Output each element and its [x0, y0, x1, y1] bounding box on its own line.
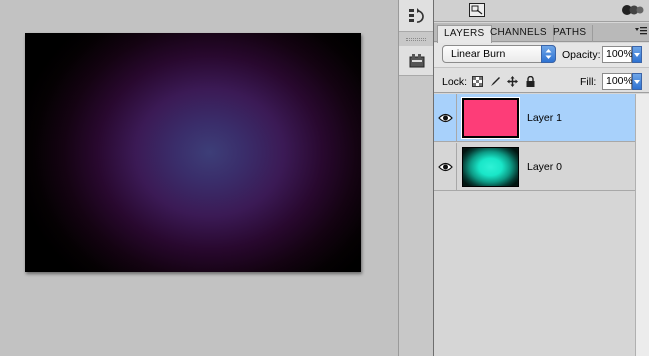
arrange-documents-icon[interactable]	[469, 3, 485, 20]
lock-all-icon[interactable]	[525, 75, 536, 87]
lock-row: Lock: Fill: 100%	[434, 67, 649, 93]
opacity-label: Opacity:	[562, 49, 601, 61]
layer-name[interactable]: Layer 1	[527, 94, 562, 142]
tab-channels[interactable]: CHANNELS	[484, 25, 554, 42]
dock-history-block	[399, 0, 434, 32]
document-workspace	[0, 0, 398, 356]
layers-panel-group: LAYERS CHANNELS PATHS Linear Burn Opacit…	[433, 0, 649, 356]
layer-row-layer-1[interactable]: Layer 1	[434, 94, 635, 142]
panel-dock	[398, 0, 434, 356]
layer-visibility-toggle[interactable]	[434, 143, 457, 191]
fill-dropdown[interactable]	[632, 73, 642, 90]
lock-position-icon[interactable]	[507, 76, 518, 87]
layer-thumbnail[interactable]	[462, 147, 519, 187]
blend-row: Linear Burn Opacity: 100%	[434, 43, 649, 67]
layer-visibility-toggle[interactable]	[434, 94, 457, 142]
history-icon[interactable]	[408, 7, 426, 25]
blend-mode-select[interactable]: Linear Burn	[442, 45, 556, 63]
actions-icon[interactable]	[408, 52, 426, 70]
tab-paths[interactable]: PATHS	[547, 25, 594, 42]
opacity-dropdown[interactable]	[632, 46, 642, 63]
document-canvas[interactable]	[25, 33, 361, 272]
fill-label: Fill:	[580, 76, 597, 88]
layers-scrollbar[interactable]	[635, 94, 649, 356]
layer-name[interactable]: Layer 0	[527, 143, 562, 191]
panel-menu-icon[interactable]	[635, 27, 647, 37]
dock-actions-block	[399, 46, 434, 76]
fill-field[interactable]: 100%	[602, 73, 633, 90]
opacity-field[interactable]: 100%	[602, 46, 633, 63]
eye-icon	[438, 113, 453, 123]
panel-tabs: LAYERS CHANNELS PATHS	[434, 23, 649, 43]
lock-transparent-icon[interactable]	[472, 76, 483, 87]
panel-top-strip	[434, 0, 649, 22]
layer-thumbnail[interactable]	[461, 97, 520, 139]
dock-grip[interactable]	[406, 38, 426, 41]
panel-options-icon[interactable]	[622, 3, 644, 20]
blend-mode-arrows-icon[interactable]	[541, 45, 556, 63]
layer-row-layer-0[interactable]: Layer 0	[434, 143, 635, 191]
lock-image-icon[interactable]	[490, 76, 501, 87]
blend-mode-value: Linear Burn	[451, 48, 506, 60]
lock-label: Lock:	[442, 76, 468, 88]
eye-icon	[438, 162, 453, 172]
layers-list: Layer 1 Layer 0	[434, 94, 635, 356]
